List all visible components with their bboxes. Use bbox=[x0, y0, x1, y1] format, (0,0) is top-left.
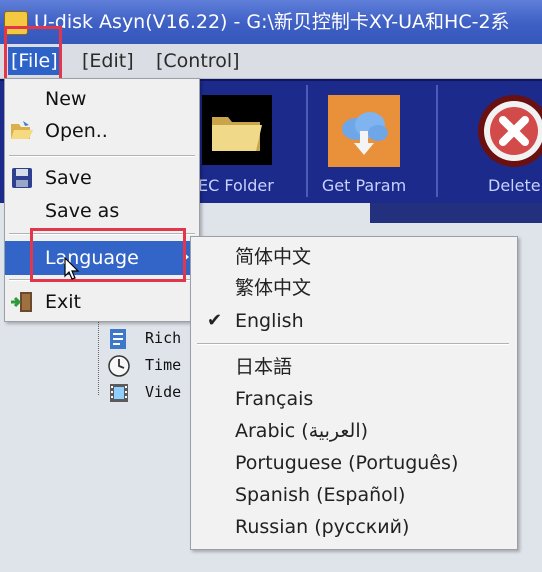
toolbar-separator bbox=[436, 85, 438, 197]
menu-item-label: Save as bbox=[45, 200, 120, 222]
language-option-label: Spanish (Español) bbox=[235, 484, 406, 506]
tree-item-label: Time bbox=[145, 356, 182, 374]
language-option-japanese[interactable]: 日本語 bbox=[191, 351, 517, 383]
toolbar-button-ec-folder[interactable]: EC Folder bbox=[198, 85, 290, 197]
folder-icon bbox=[202, 95, 272, 165]
menu-bar: [File] [Edit] [Control] bbox=[0, 44, 542, 79]
floppy-disk-icon bbox=[12, 168, 32, 188]
language-submenu: 简体中文 繁体中文 ✔ English 日本語 Français Arabic … bbox=[190, 236, 518, 550]
language-option-arabic[interactable]: Arabic (العربية) bbox=[191, 415, 517, 447]
language-option-label: 繁体中文 bbox=[235, 277, 312, 299]
exit-door-icon bbox=[11, 292, 32, 312]
tree-connector bbox=[98, 313, 99, 395]
toolbar-label-delete: Delete bbox=[488, 176, 541, 195]
toolbar-button-get-param[interactable]: Get Param bbox=[316, 85, 412, 197]
title-bar: U-disk Asyn(V16.22) - G:\新贝控制卡XY-UA和HC-2… bbox=[0, 0, 542, 44]
language-option-spanish[interactable]: Spanish (Español) bbox=[191, 479, 517, 511]
language-option-label: Portuguese (Português) bbox=[235, 452, 459, 474]
language-option-simplified-chinese[interactable]: 简体中文 bbox=[191, 241, 517, 273]
video-film-icon bbox=[110, 383, 128, 402]
window-title: U-disk Asyn(V16.22) - G:\新贝控制卡XY-UA和HC-2… bbox=[34, 11, 510, 33]
tree-item-label: Vide bbox=[145, 383, 182, 401]
tree-item-rich[interactable]: Rich bbox=[108, 325, 181, 351]
menu-item-open[interactable]: Open.. bbox=[5, 115, 199, 147]
cloud-download-icon bbox=[328, 95, 400, 167]
language-option-english[interactable]: ✔ English bbox=[191, 305, 517, 337]
tree-item-label: Rich bbox=[145, 329, 182, 347]
open-folder-icon bbox=[11, 121, 33, 139]
tree-item-video[interactable]: Vide bbox=[108, 379, 181, 405]
menu-item-new[interactable]: New bbox=[5, 83, 199, 115]
language-option-label: 日本語 bbox=[235, 356, 293, 378]
language-option-portuguese[interactable]: Portuguese (Português) bbox=[191, 447, 517, 479]
menu-item-label: Open.. bbox=[45, 120, 108, 142]
menu-item-label: Save bbox=[45, 167, 92, 189]
menu-item-save-as[interactable]: Save as bbox=[5, 195, 199, 227]
file-menu-annotation-box bbox=[4, 26, 62, 82]
file-menu: New Open.. Save Save as Language Exit bbox=[4, 78, 200, 322]
language-option-french[interactable]: Français bbox=[191, 383, 517, 415]
language-option-label: Français bbox=[235, 388, 314, 410]
header-strip bbox=[370, 203, 542, 223]
language-option-label: 简体中文 bbox=[235, 246, 312, 268]
menu-item-label: Exit bbox=[45, 291, 81, 313]
toolbar-label-ec-folder: EC Folder bbox=[198, 176, 274, 195]
clock-icon bbox=[108, 354, 130, 377]
toolbar-button-delete[interactable]: Delete bbox=[462, 85, 542, 197]
checkmark-icon: ✔ bbox=[207, 310, 223, 331]
menu-control[interactable]: [Control] bbox=[156, 44, 240, 78]
toolbar-separator bbox=[306, 85, 308, 197]
mouse-cursor-icon bbox=[64, 257, 80, 280]
language-annotation-box bbox=[30, 228, 186, 282]
menu-separator bbox=[9, 155, 195, 157]
language-option-traditional-chinese[interactable]: 繁体中文 bbox=[191, 272, 517, 304]
rich-text-icon bbox=[110, 328, 126, 349]
language-option-label: Arabic (العربية) bbox=[235, 420, 369, 442]
delete-x-icon bbox=[478, 95, 542, 167]
language-option-label: Russian (русский) bbox=[235, 516, 410, 538]
menu-edit[interactable]: [Edit] bbox=[82, 44, 134, 78]
menu-item-save[interactable]: Save bbox=[5, 162, 199, 194]
language-option-label: English bbox=[235, 310, 304, 332]
tree-item-time[interactable]: Time bbox=[108, 352, 181, 378]
menu-separator bbox=[197, 343, 509, 345]
toolbar-label-get-param: Get Param bbox=[321, 176, 407, 195]
menu-item-exit[interactable]: Exit bbox=[5, 286, 199, 318]
language-option-russian[interactable]: Russian (русский) bbox=[191, 511, 517, 543]
menu-item-label: New bbox=[45, 88, 87, 110]
